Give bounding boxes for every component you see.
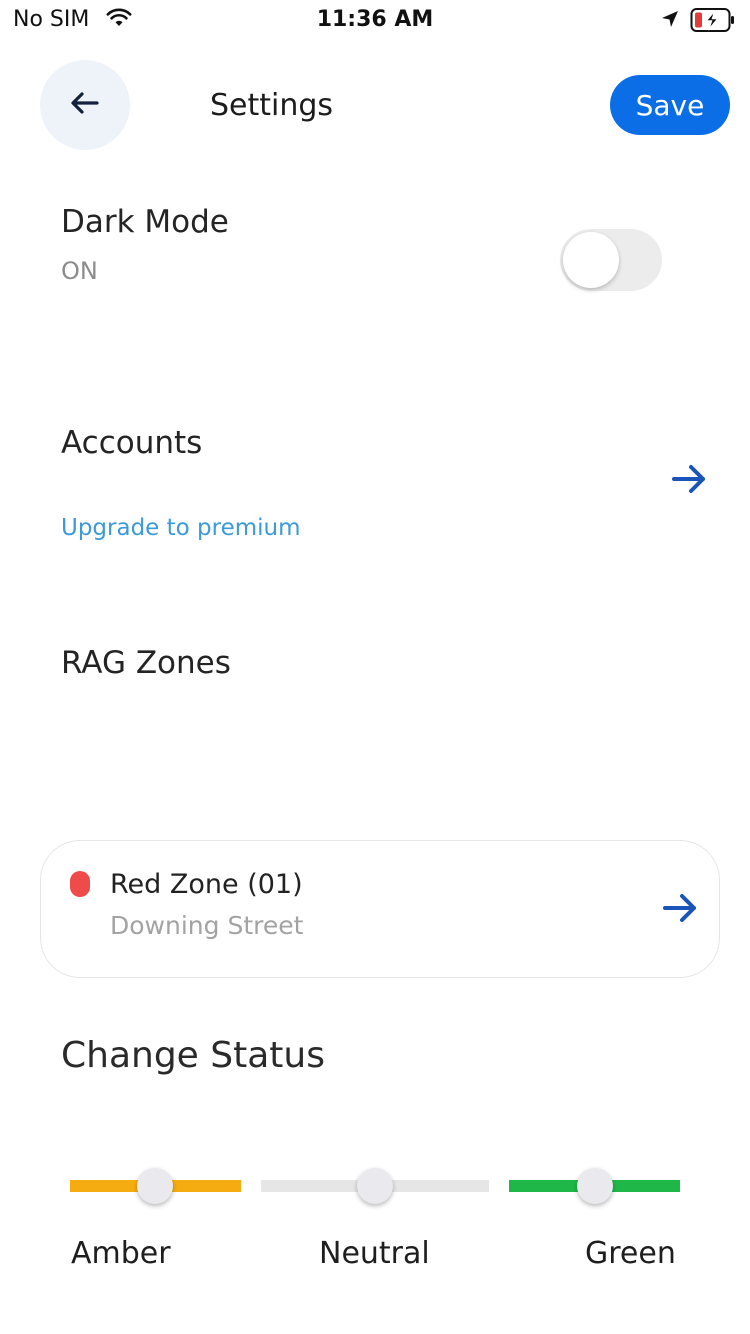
back-button[interactable] [40,60,130,150]
status-option-green[interactable] [509,1168,680,1204]
arrow-right-icon[interactable] [670,462,708,500]
slider-knob[interactable] [137,1168,173,1204]
status-label-amber: Amber [71,1236,171,1271]
status-bar: No SIM 11:36 AM [0,0,750,40]
status-option-neutral[interactable] [261,1168,489,1204]
zone-location: Downing Street [110,911,304,940]
accounts-title: Accounts [61,425,203,461]
zone-status-dot [70,871,90,897]
change-status-title: Change Status [61,1035,325,1076]
toggle-knob [563,232,619,288]
dark-mode-title: Dark Mode [61,204,229,240]
zone-card[interactable]: Red Zone (01) Downing Street [40,840,720,978]
clock-time: 11:36 AM [316,7,434,32]
arrow-left-icon [70,91,100,119]
dark-mode-toggle[interactable] [560,229,662,291]
status-label-neutral: Neutral [319,1236,430,1271]
status-label-green: Green [585,1236,676,1271]
save-button[interactable]: Save [610,75,730,135]
zone-name: Red Zone (01) [110,869,303,900]
arrow-right-icon [661,891,699,929]
dark-mode-value: ON [61,257,98,285]
battery-charging-icon [690,7,736,37]
status-option-amber[interactable] [70,1168,241,1204]
location-arrow-icon [660,9,680,33]
slider-knob[interactable] [577,1168,613,1204]
rag-zones-title: RAG Zones [61,645,231,681]
page-title: Settings [210,88,334,123]
slider-knob[interactable] [357,1168,393,1204]
upgrade-premium-link[interactable]: Upgrade to premium [61,515,301,541]
next-section-title-cutoff [61,1318,72,1334]
